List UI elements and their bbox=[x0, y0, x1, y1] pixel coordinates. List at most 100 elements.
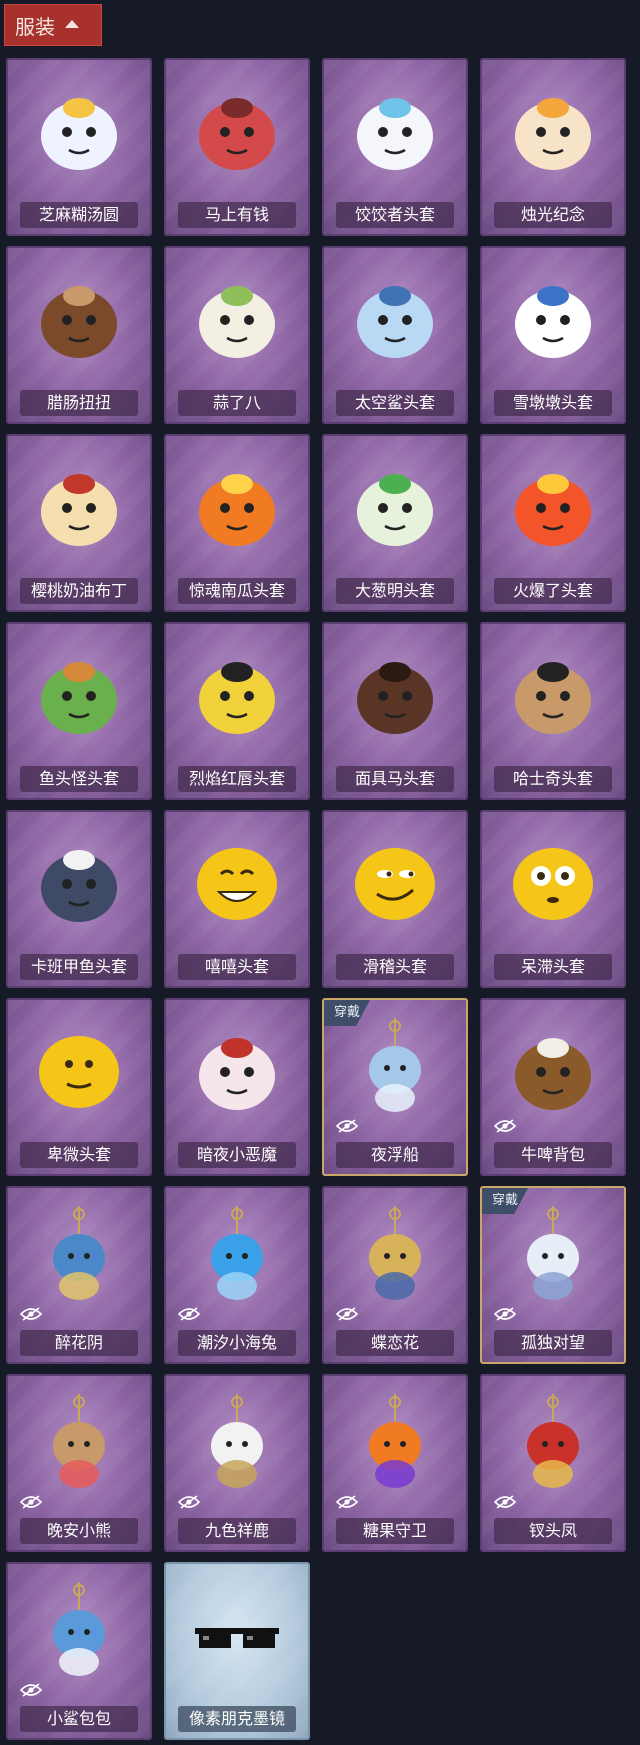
eye-hidden-icon[interactable] bbox=[19, 1494, 43, 1509]
eye-hidden-icon[interactable] bbox=[493, 1118, 517, 1133]
dog-brown-icon bbox=[33, 266, 125, 366]
costume-name: 面具马头套 bbox=[336, 766, 454, 792]
jellyfish-icon bbox=[349, 1018, 441, 1118]
shark-helmet-icon bbox=[349, 266, 441, 366]
costume-card[interactable]: 大葱明头套 bbox=[322, 434, 468, 612]
costume-name: 腊肠扭扭 bbox=[20, 390, 138, 416]
costume-name: 卑微头套 bbox=[20, 1142, 138, 1168]
costume-card[interactable]: 惊魂南瓜头套 bbox=[164, 434, 310, 612]
costume-name: 饺饺者头套 bbox=[336, 202, 454, 228]
costume-card[interactable]: 饺饺者头套 bbox=[322, 58, 468, 236]
costume-name: 九色祥鹿 bbox=[178, 1518, 296, 1544]
husky-icon bbox=[507, 642, 599, 742]
costume-card[interactable]: 樱桃奶油布丁 bbox=[6, 434, 152, 612]
costume-card[interactable]: 九色祥鹿 bbox=[164, 1374, 310, 1552]
costume-card[interactable]: 糖果守卫 bbox=[322, 1374, 468, 1552]
candy-guard-icon bbox=[349, 1394, 441, 1494]
costume-card[interactable]: 暗夜小恶魔 bbox=[164, 998, 310, 1176]
costume-name: 潮汐小海兔 bbox=[178, 1330, 296, 1356]
costume-name: 小鲨包包 bbox=[20, 1706, 138, 1732]
doll-icon bbox=[507, 1206, 599, 1306]
candle-icon bbox=[507, 78, 599, 178]
costume-card[interactable]: 晚安小熊 bbox=[6, 1374, 152, 1552]
costume-name: 牛啤背包 bbox=[494, 1142, 612, 1168]
costume-card[interactable]: 小鲨包包 bbox=[6, 1562, 152, 1740]
eye-hidden-icon[interactable] bbox=[335, 1494, 359, 1509]
costume-name: 嘻嘻头套 bbox=[178, 954, 296, 980]
costume-name: 蝶恋花 bbox=[336, 1330, 454, 1356]
costume-card[interactable]: 醉花阴 bbox=[6, 1186, 152, 1364]
eye-hidden-icon[interactable] bbox=[335, 1306, 359, 1321]
costume-name: 大葱明头套 bbox=[336, 578, 454, 604]
pudding-icon bbox=[33, 454, 125, 554]
costume-card[interactable]: 蒜了八 bbox=[164, 246, 310, 424]
costume-card[interactable]: 呆滞头套 bbox=[480, 810, 626, 988]
costume-name: 火爆了头套 bbox=[494, 578, 612, 604]
shark-bag-icon bbox=[33, 1582, 125, 1682]
costume-card[interactable]: 雪墩墩头套 bbox=[480, 246, 626, 424]
fish-mask-icon bbox=[33, 642, 125, 742]
tangyuan-icon bbox=[33, 78, 125, 178]
eye-hidden-icon[interactable] bbox=[177, 1306, 201, 1321]
deer-icon bbox=[191, 1394, 283, 1494]
costume-card[interactable]: 烛光纪念 bbox=[480, 58, 626, 236]
costume-name: 晚安小熊 bbox=[20, 1518, 138, 1544]
costume-name: 惊魂南瓜头套 bbox=[178, 578, 296, 604]
garlic-icon bbox=[191, 266, 283, 366]
costume-card[interactable]: 烈焰红唇头套 bbox=[164, 622, 310, 800]
costume-category-toggle[interactable]: 服装 bbox=[4, 4, 102, 46]
category-label: 服装 bbox=[15, 14, 55, 39]
costume-card[interactable]: 腊肠扭扭 bbox=[6, 246, 152, 424]
costume-name: 太空鲨头套 bbox=[336, 390, 454, 416]
costume-name: 夜浮船 bbox=[336, 1142, 454, 1168]
horse-mask-icon bbox=[349, 642, 441, 742]
eye-hidden-icon[interactable] bbox=[493, 1494, 517, 1509]
costume-card[interactable]: 蝶恋花 bbox=[322, 1186, 468, 1364]
costume-name: 醉花阴 bbox=[20, 1330, 138, 1356]
whale-icon bbox=[33, 830, 125, 930]
eye-hidden-icon[interactable] bbox=[19, 1306, 43, 1321]
costume-name: 钗头凤 bbox=[494, 1518, 612, 1544]
costume-name: 烈焰红唇头套 bbox=[178, 766, 296, 792]
costume-card[interactable]: 太空鲨头套 bbox=[322, 246, 468, 424]
costume-name: 哈士奇头套 bbox=[494, 766, 612, 792]
costume-name: 孤独对望 bbox=[494, 1330, 612, 1356]
costume-card[interactable]: 哈士奇头套 bbox=[480, 622, 626, 800]
costume-card[interactable]: 火爆了头套 bbox=[480, 434, 626, 612]
costume-card[interactable]: 像素朋克墨镜 bbox=[164, 1562, 310, 1740]
costume-name: 马上有钱 bbox=[178, 202, 296, 228]
costume-card[interactable]: 卑微头套 bbox=[6, 998, 152, 1176]
phoenix-doll-icon bbox=[507, 1394, 599, 1494]
costume-card[interactable]: 嘻嘻头套 bbox=[164, 810, 310, 988]
costume-card[interactable]: 牛啤背包 bbox=[480, 998, 626, 1176]
eye-hidden-icon[interactable] bbox=[493, 1306, 517, 1321]
costume-name: 卡班甲鱼头套 bbox=[20, 954, 138, 980]
eye-hidden-icon[interactable] bbox=[177, 1494, 201, 1509]
costume-card[interactable]: 马上有钱 bbox=[164, 58, 310, 236]
dumpling-icon bbox=[349, 78, 441, 178]
emoji-stare-icon bbox=[507, 830, 599, 930]
yellow-mask-icon bbox=[191, 642, 283, 742]
horse-red-icon bbox=[191, 78, 283, 178]
beer-icon bbox=[507, 1018, 599, 1118]
costume-name: 糖果守卫 bbox=[336, 1518, 454, 1544]
costume-name: 呆滞头套 bbox=[494, 954, 612, 980]
pixel-glasses-icon bbox=[191, 1582, 283, 1682]
costume-card[interactable]: 潮汐小海兔 bbox=[164, 1186, 310, 1364]
costume-card[interactable]: 钗头凤 bbox=[480, 1374, 626, 1552]
costume-name: 滑稽头套 bbox=[336, 954, 454, 980]
costume-name: 樱桃奶油布丁 bbox=[20, 578, 138, 604]
pumpkin-icon bbox=[191, 454, 283, 554]
eye-hidden-icon[interactable] bbox=[19, 1682, 43, 1697]
costume-card[interactable]: 面具马头套 bbox=[322, 622, 468, 800]
costume-name: 蒜了八 bbox=[178, 390, 296, 416]
costume-card[interactable]: 卡班甲鱼头套 bbox=[6, 810, 152, 988]
emoji-humble-icon bbox=[33, 1018, 125, 1118]
costume-card[interactable]: 芝麻糊汤圆 bbox=[6, 58, 152, 236]
costume-card[interactable]: 穿戴 夜浮船 bbox=[322, 998, 468, 1176]
eye-hidden-icon[interactable] bbox=[335, 1118, 359, 1133]
emoji-smirk-icon bbox=[349, 830, 441, 930]
costume-card[interactable]: 穿戴 孤独对望 bbox=[480, 1186, 626, 1364]
costume-card[interactable]: 鱼头怪头套 bbox=[6, 622, 152, 800]
costume-card[interactable]: 滑稽头套 bbox=[322, 810, 468, 988]
